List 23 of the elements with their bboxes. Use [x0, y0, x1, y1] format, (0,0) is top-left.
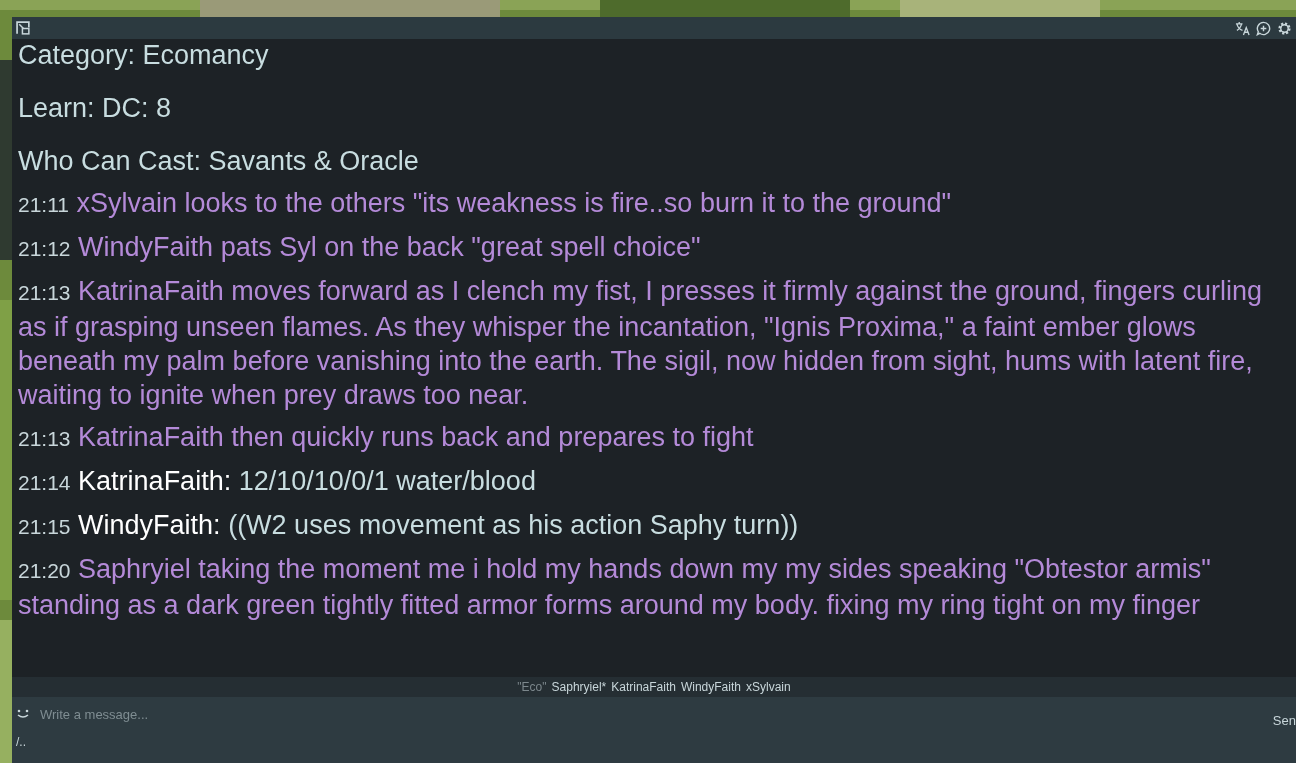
hint-text: /.. [16, 735, 26, 749]
user-name[interactable]: xSylvain [745, 680, 791, 694]
smiley-icon[interactable] [16, 709, 30, 719]
detach-icon[interactable] [16, 20, 31, 36]
chat-message: 21:11 xSylvain looks to the others "its weakness is fire..so burn it to the ground" [18, 187, 953, 220]
user-name[interactable]: KatrinaFaith [611, 680, 676, 694]
chat-message: 21:13 KatrinaFaith then quickly runs back and prepares to fight [18, 421, 755, 454]
user-name[interactable]: WindyFaith [680, 680, 741, 694]
translate-icon[interactable] [1235, 20, 1250, 36]
chat-message: 21:12 WindyFaith pats Syl on the back "great spell choice" [18, 231, 702, 264]
channel-name: "Eco" [517, 680, 547, 694]
notice-text: Learn: DC: 8 [18, 92, 173, 125]
chat-message: 21:15 WindyFaith: ((W2 uses movement as his action Saphy turn)) [18, 509, 800, 542]
send-button[interactable]: Sen [1272, 712, 1296, 748]
chat-message: 21:13 KatrinaFaith moves forward as I clench my fist, I presses it firmly against the ground, fingers curling as if grasping unseen flames. As they whisper the incantation, "Ignis Proxima," a faint ember glows beneath my palm before vanishing into the earth. The sigil, now hidden from sight, hums with latent fire, waiting to ignite when prey draws too near. [18, 275, 1264, 412]
user-name[interactable]: Saphryiel* [551, 680, 607, 694]
chat-message: 21:14 KatrinaFaith: 12/10/10/0/1 water/blood [18, 465, 537, 498]
message-input[interactable]: Write a message... /.. Sen [12, 697, 1296, 763]
notice-text: Category: Ecomancy [18, 39, 270, 72]
settings-icon[interactable] [1277, 20, 1292, 36]
chat-message: 21:20 Saphryiel taking the moment me i hold my hands down my my sides speaking "Obtestor armis" standing as a dark green tightly fitted armor forms around my body. fixing my ring tight on my finger [18, 553, 1212, 622]
add-comment-icon[interactable] [1256, 20, 1271, 36]
notice-text: Who Can Cast: Savants & Oracle [18, 145, 420, 178]
